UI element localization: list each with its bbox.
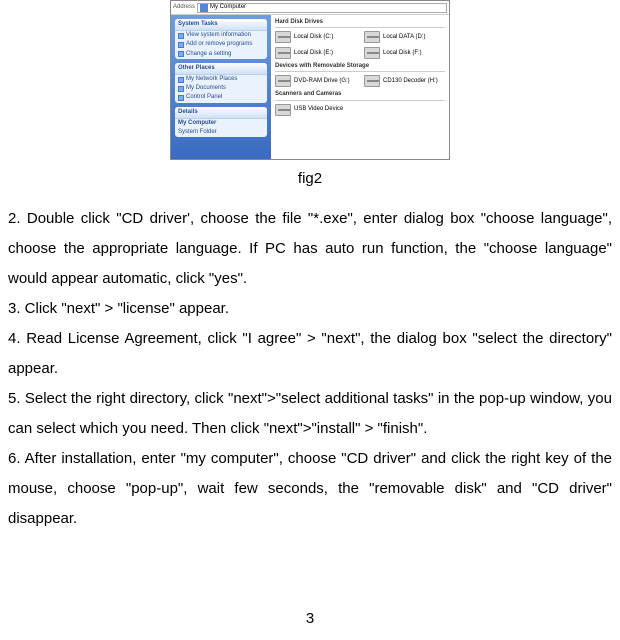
panel-other-places: Other Places My Network Places My Docume… — [175, 63, 267, 103]
panel-item: View system information — [175, 31, 267, 40]
computer-icon — [200, 4, 208, 12]
hdd-icon — [275, 47, 291, 59]
instruction-list: 2. Double click "CD driver', choose the … — [8, 204, 612, 534]
dvd-icon — [275, 75, 291, 87]
step-4: 4. Read License Agreement, click "I agre… — [8, 324, 612, 384]
hdd-icon — [275, 31, 291, 43]
main-pane: Hard Disk Drives Local Disk (C:) Local D… — [271, 15, 449, 159]
panel-item: Change a setting — [175, 50, 267, 59]
camera-icon — [275, 104, 291, 116]
panel-item: My Network Places — [175, 75, 267, 84]
figure-caption: fig2 — [8, 164, 612, 194]
step-5: 5. Select the right directory, click "ne… — [8, 384, 612, 444]
cd-icon — [364, 75, 380, 87]
item-icon — [178, 86, 184, 92]
address-label: Address — [173, 4, 195, 11]
panel-header: System Tasks — [175, 19, 267, 31]
panel-item: System Folder — [175, 128, 267, 137]
sidebar: System Tasks View system information Add… — [171, 15, 271, 159]
panel-header: Other Places — [175, 63, 267, 75]
step-2: 2. Double click "CD driver', choose the … — [8, 204, 612, 294]
address-value: My Computer — [210, 4, 246, 11]
section-header: Hard Disk Drives — [275, 19, 445, 28]
item-icon — [178, 77, 184, 83]
item-icon — [178, 95, 184, 101]
drive-item: Local DATA (D:) — [364, 31, 445, 43]
panel-system-tasks: System Tasks View system information Add… — [175, 19, 267, 59]
window-body: System Tasks View system information Add… — [171, 15, 449, 159]
panel-details: Details My Computer System Folder — [175, 107, 267, 138]
panel-item: Control Panel — [175, 93, 267, 102]
screenshot-figure: Address My Computer System Tasks View sy… — [8, 0, 612, 160]
my-computer-window: Address My Computer System Tasks View sy… — [170, 0, 450, 160]
page-number: 3 — [8, 604, 612, 634]
item-icon — [178, 33, 184, 39]
hdd-icon — [364, 47, 380, 59]
step-6: 6. After installation, enter "my compute… — [8, 444, 612, 534]
panel-item: My Documents — [175, 84, 267, 93]
address-bar: Address My Computer — [171, 1, 449, 15]
drive-item: USB Video Device — [275, 104, 445, 116]
hdd-icon — [364, 31, 380, 43]
item-icon — [178, 51, 184, 57]
drive-item: DVD-RAM Drive (G:) — [275, 75, 356, 87]
drive-item: Local Disk (E:) — [275, 47, 356, 59]
panel-item: My Computer — [175, 119, 267, 128]
panel-header: Details — [175, 107, 267, 119]
drive-item: Local Disk (F:) — [364, 47, 445, 59]
step-3: 3. Click "next" > "license" appear. — [8, 294, 612, 324]
drive-item: CD130 Decoder (H:) — [364, 75, 445, 87]
section-header: Devices with Removable Storage — [275, 63, 445, 72]
address-field: My Computer — [197, 3, 447, 13]
panel-item: Add or remove programs — [175, 40, 267, 49]
item-icon — [178, 42, 184, 48]
drive-item: Local Disk (C:) — [275, 31, 356, 43]
section-header: Scanners and Cameras — [275, 91, 445, 100]
